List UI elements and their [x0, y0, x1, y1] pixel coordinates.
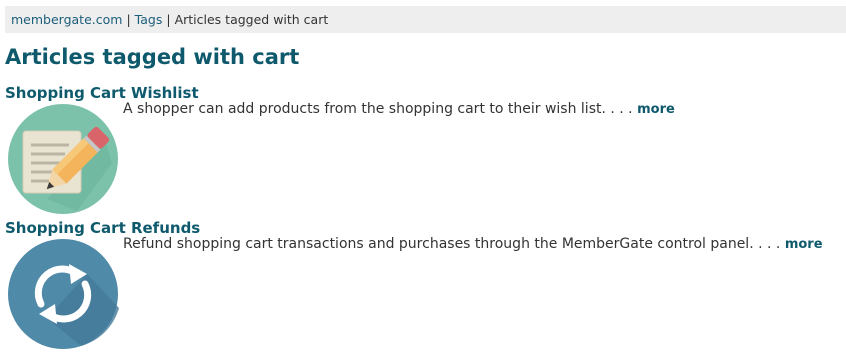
article-summary-text: Refund shopping cart transactions and pu…	[123, 236, 781, 252]
article-summary: A shopper can add products from the shop…	[123, 101, 675, 117]
article-summary-text: A shopper can add products from the shop…	[123, 101, 633, 117]
article-title-link[interactable]: Shopping Cart Refunds	[5, 219, 200, 237]
more-link[interactable]: more	[785, 237, 823, 252]
page-title: Articles tagged with cart	[5, 45, 300, 69]
breadcrumb-site-link[interactable]: membergate.com	[11, 12, 122, 27]
breadcrumb-separator: |	[166, 12, 171, 27]
article-thumbnail-link[interactable]	[7, 103, 119, 215]
breadcrumb: membergate.com | Tags | Articles tagged with…	[5, 6, 846, 33]
article-title-link[interactable]: Shopping Cart Wishlist	[5, 84, 199, 102]
article-summary: Refund shopping cart transactions and pu…	[123, 236, 823, 252]
breadcrumb-current: Articles tagged with cart	[174, 12, 329, 27]
more-link[interactable]: more	[637, 102, 675, 117]
article-thumbnail-link[interactable]	[7, 238, 119, 350]
pencil-document-icon	[8, 104, 118, 214]
breadcrumb-tags-link[interactable]: Tags	[135, 12, 163, 27]
refresh-arrows-icon	[8, 239, 119, 349]
breadcrumb-separator: |	[126, 12, 131, 27]
